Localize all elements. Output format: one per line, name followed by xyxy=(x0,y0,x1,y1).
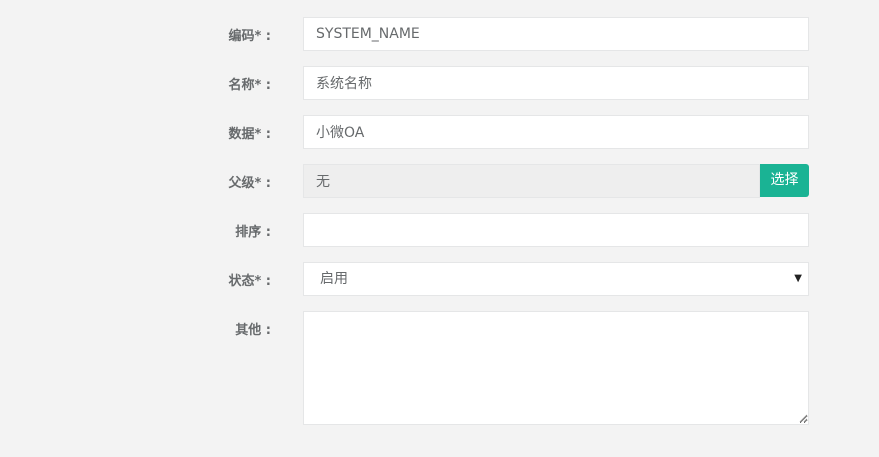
status-label: 状态* : xyxy=(228,274,271,289)
other-textarea[interactable] xyxy=(303,311,809,425)
sort-input[interactable] xyxy=(303,213,809,247)
parent-select-button[interactable]: 选择 xyxy=(760,164,809,197)
status-selected-value: 启用 xyxy=(320,271,348,287)
caret-down-icon: ▼ xyxy=(794,273,802,284)
code-label: 编码* : xyxy=(228,29,271,44)
data-label: 数据* : xyxy=(228,127,271,142)
name-input[interactable] xyxy=(303,66,809,100)
code-input[interactable] xyxy=(303,17,809,51)
parent-input[interactable] xyxy=(303,164,760,198)
status-select[interactable]: 启用 ▼ xyxy=(303,262,809,296)
data-input[interactable] xyxy=(303,115,809,149)
parent-label: 父级* : xyxy=(228,176,271,191)
name-label: 名称* : xyxy=(228,78,271,93)
sort-label: 排序 : xyxy=(235,225,271,240)
other-label: 其他 : xyxy=(235,323,271,338)
